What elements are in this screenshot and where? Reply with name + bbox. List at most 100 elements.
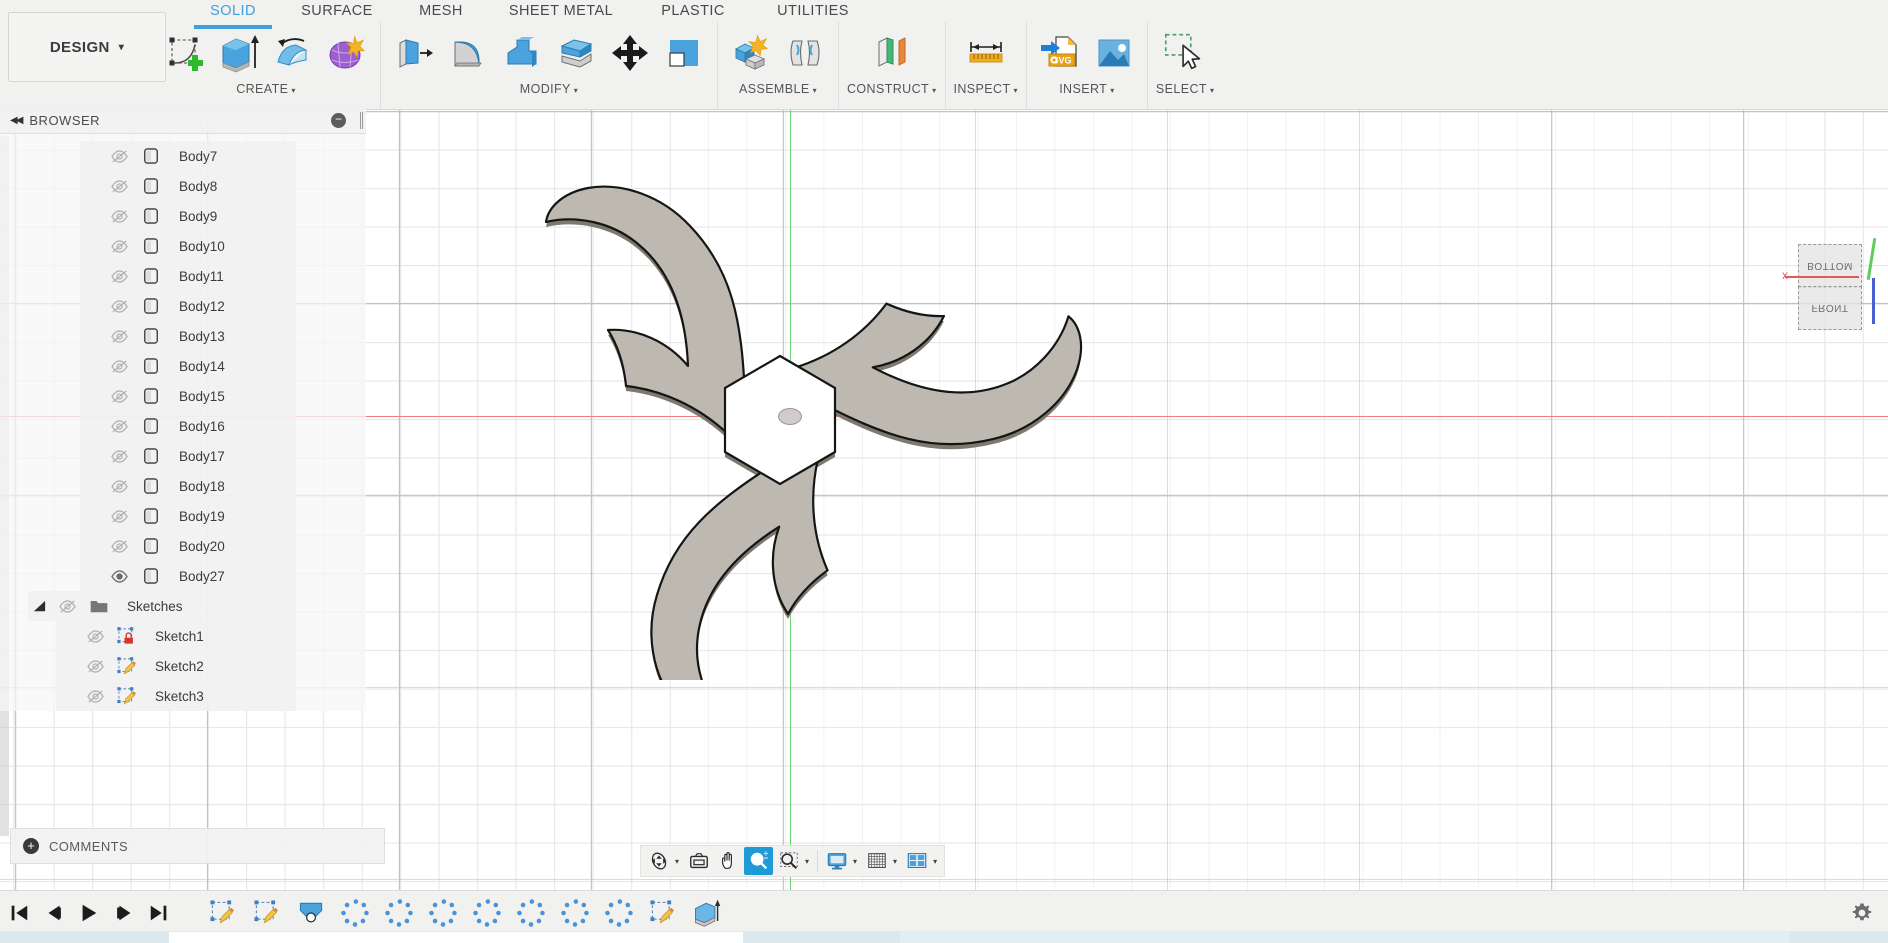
- zoom-icon[interactable]: [744, 847, 774, 875]
- visibility-off-icon[interactable]: [102, 147, 136, 166]
- collapse-panel-icon[interactable]: ◀◀: [2, 115, 29, 126]
- panel-inspect-title[interactable]: INSPECT ▾: [954, 82, 1018, 96]
- grid-snaps-icon[interactable]: [862, 847, 891, 875]
- step-back-icon[interactable]: [41, 897, 67, 929]
- form-icon[interactable]: [322, 26, 372, 80]
- browser-item-body16[interactable]: Body16: [80, 411, 296, 441]
- step-forward-icon[interactable]: [111, 897, 137, 929]
- timeline-feature-11[interactable]: [689, 895, 725, 931]
- gear-icon[interactable]: [1850, 901, 1874, 930]
- add-comment-icon[interactable]: +: [23, 838, 39, 854]
- browser-item-sketch3[interactable]: Sketch3: [56, 681, 296, 711]
- tab-sheet-metal[interactable]: SHEET METAL: [489, 0, 633, 24]
- browser-collapse-all-icon[interactable]: −: [331, 113, 346, 128]
- panel-modify-title[interactable]: MODIFY ▾: [520, 82, 578, 96]
- visibility-off-icon[interactable]: [78, 657, 112, 676]
- browser-item-body15[interactable]: Body15: [80, 381, 296, 411]
- move-copy-icon[interactable]: [605, 26, 655, 80]
- visibility-off-icon[interactable]: [102, 327, 136, 346]
- workspace-switcher-button[interactable]: DESIGN ▾: [8, 12, 166, 82]
- visibility-off-icon[interactable]: [78, 627, 112, 646]
- look-at-icon[interactable]: [684, 847, 713, 875]
- expand-collapse-triangle-icon[interactable]: [28, 599, 50, 614]
- chevron-down-icon[interactable]: ▾: [674, 857, 683, 866]
- orbit-icon[interactable]: [644, 847, 673, 875]
- pan-icon[interactable]: [714, 847, 743, 875]
- tab-surface[interactable]: SURFACE: [281, 0, 393, 24]
- new-component-icon[interactable]: [726, 26, 776, 80]
- insert-svg-icon[interactable]: SVG: [1035, 26, 1085, 80]
- browser-item-body8[interactable]: Body8: [80, 171, 296, 201]
- browser-item-body19[interactable]: Body19: [80, 501, 296, 531]
- browser-item-body14[interactable]: Body14: [80, 351, 296, 381]
- panel-insert-title[interactable]: INSERT ▾: [1059, 82, 1114, 96]
- timeline-feature-2[interactable]: [293, 895, 329, 931]
- visibility-off-icon[interactable]: [102, 537, 136, 556]
- visibility-off-icon[interactable]: [78, 687, 112, 706]
- panel-create-title[interactable]: CREATE ▾: [236, 82, 296, 96]
- visibility-off-icon[interactable]: [102, 177, 136, 196]
- view-cube-face-front[interactable]: FRONT: [1798, 286, 1862, 330]
- chevron-down-icon[interactable]: ▾: [932, 857, 941, 866]
- browser-item-body11[interactable]: Body11: [80, 261, 296, 291]
- visibility-off-icon[interactable]: [50, 597, 84, 616]
- browser-item-body10[interactable]: Body10: [80, 231, 296, 261]
- browser-item-body9[interactable]: Body9: [80, 201, 296, 231]
- timeline-feature-5[interactable]: [425, 895, 461, 931]
- chevron-down-icon[interactable]: ▾: [804, 857, 813, 866]
- tab-mesh[interactable]: MESH: [393, 0, 489, 24]
- timeline-feature-9[interactable]: [601, 895, 637, 931]
- chevron-down-icon[interactable]: ▾: [892, 857, 901, 866]
- joint-icon[interactable]: [780, 26, 830, 80]
- visibility-off-icon[interactable]: [102, 447, 136, 466]
- visibility-off-icon[interactable]: [102, 507, 136, 526]
- display-settings-icon[interactable]: [822, 847, 851, 875]
- canvas-image-icon[interactable]: [1089, 26, 1139, 80]
- tab-solid[interactable]: SOLID: [185, 0, 281, 24]
- browser-item-body13[interactable]: Body13: [80, 321, 296, 351]
- timeline-feature-3[interactable]: [337, 895, 373, 931]
- go-to-beginning-icon[interactable]: [6, 897, 32, 929]
- visibility-off-icon[interactable]: [102, 267, 136, 286]
- revolve-icon[interactable]: [268, 26, 318, 80]
- timeline-feature-4[interactable]: [381, 895, 417, 931]
- timeline-feature-0[interactable]: [205, 895, 241, 931]
- measure-icon[interactable]: [961, 26, 1011, 80]
- timeline-feature-1[interactable]: [249, 895, 285, 931]
- comments-bar[interactable]: + COMMENTS: [10, 828, 385, 864]
- visibility-off-icon[interactable]: [102, 387, 136, 406]
- view-cube-face-bottom[interactable]: BOTTOM: [1798, 244, 1862, 288]
- play-icon[interactable]: [76, 897, 102, 929]
- visibility-off-icon[interactable]: [102, 207, 136, 226]
- timeline-feature-6[interactable]: [469, 895, 505, 931]
- align-icon[interactable]: [659, 26, 709, 80]
- browser-item-sketch2[interactable]: Sketch2: [56, 651, 296, 681]
- press-pull-icon[interactable]: [389, 26, 439, 80]
- view-cube[interactable]: BOTTOM FRONT x: [1782, 230, 1886, 340]
- panel-construct-title[interactable]: CONSTRUCT ▾: [847, 82, 937, 96]
- timeline-feature-10[interactable]: [645, 895, 681, 931]
- timeline-remaining-range[interactable]: [900, 931, 1790, 943]
- timeline-feature-7[interactable]: [513, 895, 549, 931]
- fillet-icon[interactable]: [443, 26, 493, 80]
- zoom-window-icon[interactable]: [774, 847, 803, 875]
- origin-marker[interactable]: [778, 408, 802, 425]
- browser-item-sketches[interactable]: Sketches: [28, 591, 296, 621]
- timeline-active-range[interactable]: [168, 931, 744, 943]
- visibility-off-icon[interactable]: [102, 417, 136, 436]
- browser-item-body17[interactable]: Body17: [80, 441, 296, 471]
- split-face-icon[interactable]: [551, 26, 601, 80]
- offset-plane-icon[interactable]: [867, 26, 917, 80]
- visibility-off-icon[interactable]: [102, 297, 136, 316]
- tab-plastic[interactable]: PLASTIC: [633, 0, 753, 24]
- extrude-icon[interactable]: [214, 26, 264, 80]
- visibility-off-icon[interactable]: [102, 237, 136, 256]
- panel-select-title[interactable]: SELECT ▾: [1156, 82, 1214, 96]
- browser-item-body20[interactable]: Body20: [80, 531, 296, 561]
- go-to-end-icon[interactable]: [146, 897, 172, 929]
- browser-item-body7[interactable]: Body7: [80, 141, 296, 171]
- visibility-on-icon[interactable]: [102, 567, 136, 586]
- chevron-down-icon[interactable]: ▾: [852, 857, 861, 866]
- window-selection-icon[interactable]: [1160, 26, 1210, 80]
- browser-resize-grip[interactable]: [360, 112, 363, 129]
